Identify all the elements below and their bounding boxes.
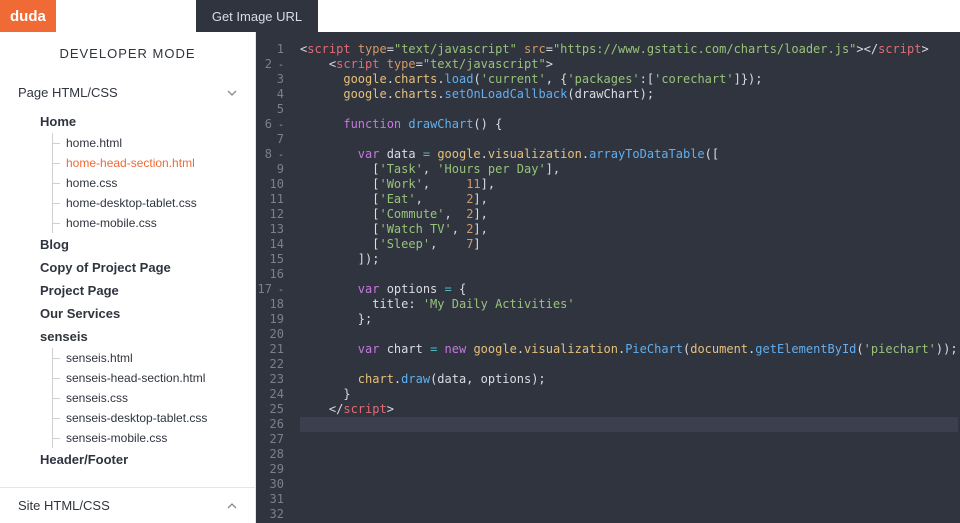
sidebar: DEVELOPER MODE Page HTML/CSS Home home.h…	[0, 32, 256, 523]
tree-file[interactable]: senseis.css	[0, 388, 255, 408]
tree-file[interactable]: home-head-section.html	[0, 153, 255, 173]
tree-folder-senseis[interactable]: senseis	[0, 325, 255, 348]
tree-file[interactable]: home-mobile.css	[0, 213, 255, 233]
gutter: 1234567891011121314151617181920212223242…	[256, 32, 296, 523]
developer-mode-label: DEVELOPER MODE	[0, 32, 255, 75]
tree-file[interactable]: home.css	[0, 173, 255, 193]
chevron-down-icon	[227, 88, 237, 98]
site-html-css-label: Site HTML/CSS	[18, 498, 110, 513]
tree-folder-copy-project-page[interactable]: Copy of Project Page	[0, 256, 255, 279]
topbar: duda Get Image URL	[0, 0, 960, 32]
tree-folder-home[interactable]: Home	[0, 110, 255, 133]
logo: duda	[0, 0, 56, 32]
page-html-css-header[interactable]: Page HTML/CSS	[0, 75, 255, 110]
tab-get-image-url[interactable]: Get Image URL	[196, 0, 318, 32]
page-html-css-label: Page HTML/CSS	[18, 85, 118, 100]
code-editor[interactable]: 1234567891011121314151617181920212223242…	[256, 32, 960, 523]
tree-folder-blog[interactable]: Blog	[0, 233, 255, 256]
tree-folder-header-footer[interactable]: Header/Footer	[0, 448, 255, 471]
tree-file[interactable]: home.html	[0, 133, 255, 153]
code-area[interactable]: <script type="text/javascript" src="http…	[296, 32, 958, 523]
tree-folder-our-services[interactable]: Our Services	[0, 302, 255, 325]
tree-folder-project-page[interactable]: Project Page	[0, 279, 255, 302]
tree-file[interactable]: senseis.html	[0, 348, 255, 368]
site-html-css-header[interactable]: Site HTML/CSS	[0, 487, 255, 523]
main: DEVELOPER MODE Page HTML/CSS Home home.h…	[0, 32, 960, 523]
tree-file[interactable]: senseis-mobile.css	[0, 428, 255, 448]
chevron-up-icon	[227, 501, 237, 511]
tree-file[interactable]: home-desktop-tablet.css	[0, 193, 255, 213]
tree-file[interactable]: senseis-desktop-tablet.css	[0, 408, 255, 428]
file-tree: Home home.html home-head-section.html ho…	[0, 110, 255, 487]
tree-file[interactable]: senseis-head-section.html	[0, 368, 255, 388]
